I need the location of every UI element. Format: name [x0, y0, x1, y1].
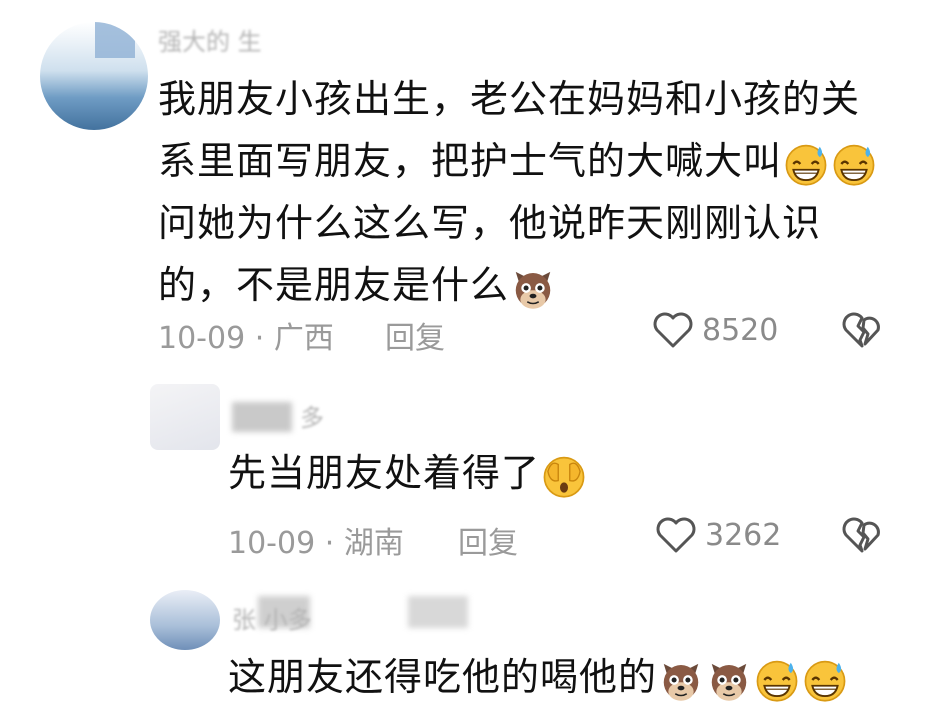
comment-author[interactable]: 多: [300, 398, 324, 433]
comment-line: 系里面写朋友，把护士气的大喊大叫: [158, 130, 898, 192]
grinning-sweat-emoji: [802, 657, 848, 703]
reply-button[interactable]: 回复: [458, 518, 518, 562]
comment-author[interactable]: 强大的 生: [158, 22, 262, 57]
comment-author[interactable]: 张 小多: [232, 600, 312, 635]
broken-heart-icon[interactable]: [840, 515, 884, 555]
comment-date: 10-09: [228, 526, 316, 561]
meta-separator: ·: [324, 526, 335, 561]
comment-line: 我朋友小孩出生，老公在妈妈和小孩的关: [158, 77, 861, 121]
heart-outline-icon[interactable]: [655, 515, 697, 555]
meta-separator: ·: [254, 321, 265, 356]
avatar[interactable]: [40, 22, 148, 130]
comment-text: 这朋友还得吃他的喝他的: [228, 646, 908, 708]
grinning-sweat-emoji: [831, 141, 877, 187]
comment-line: 问她为什么这么写，他说昨天刚刚认识: [158, 201, 822, 245]
face-peeking-emoji: [541, 453, 587, 499]
author-blur: [232, 402, 292, 432]
heart-outline-icon[interactable]: [652, 310, 694, 350]
dog-face-emoji: [706, 657, 752, 703]
dog-face-emoji: [658, 657, 704, 703]
dog-face-emoji: [510, 265, 556, 311]
avatar[interactable]: [150, 384, 220, 450]
comment-text: 先当朋友处着得了: [228, 442, 828, 504]
comment-text: 我朋友小孩出生，老公在妈妈和小孩的关 系里面写朋友，把护士气的大喊大叫 问她为什…: [158, 68, 898, 316]
comment-line: 的，不是朋友是什么: [158, 254, 898, 316]
grinning-sweat-emoji: [783, 141, 829, 187]
like-count: 3262: [705, 518, 782, 553]
comment-meta: 10-09 · 湖南: [228, 518, 404, 562]
broken-heart-icon[interactable]: [840, 310, 884, 350]
comment-meta: 10-09 · 广西: [158, 313, 334, 357]
author-blur: [408, 596, 468, 628]
comment-location: 湖南: [343, 526, 404, 561]
comment-location: 广西: [273, 321, 334, 356]
grinning-sweat-emoji: [754, 657, 800, 703]
avatar[interactable]: [150, 590, 220, 650]
like-count: 8520: [702, 313, 779, 348]
reply-button[interactable]: 回复: [385, 313, 445, 357]
comment-date: 10-09: [158, 321, 246, 356]
